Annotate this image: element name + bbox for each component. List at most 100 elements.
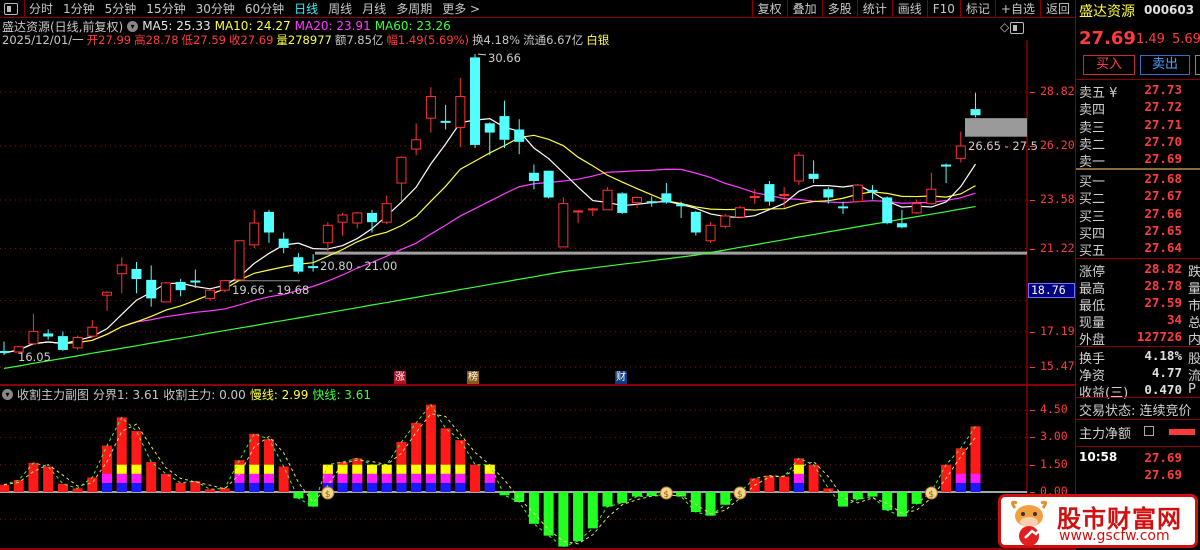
axis-label: 17.19	[1040, 323, 1075, 338]
event-marker-limit-up[interactable]: 涨	[394, 371, 406, 384]
toggle-icon[interactable]	[1144, 426, 1154, 436]
stat-row: 最高 28.78 量	[1076, 278, 1200, 297]
candle-body	[955, 145, 966, 159]
indicator-bar	[602, 492, 613, 507]
bar-yellow	[337, 464, 348, 474]
candle	[602, 187, 613, 211]
candle	[116, 257, 127, 294]
indicator-bar	[87, 477, 98, 492]
bid-label: 买三	[1079, 209, 1106, 225]
stat-extra-label: P	[1188, 382, 1196, 397]
event-marker-list[interactable]: 榜	[467, 371, 479, 384]
candle-body	[661, 193, 672, 203]
candle-body	[764, 184, 775, 202]
fast-line-value: 快线: 3.61	[312, 387, 371, 402]
indicator-bar	[102, 445, 113, 492]
bar-negative	[543, 492, 554, 536]
candle-body	[219, 280, 230, 291]
kline-chart[interactable]: $ $ $ $	[0, 0, 1076, 550]
indicator-bar	[528, 492, 539, 524]
candle-body	[911, 203, 922, 214]
buy-button[interactable]: 买入	[1083, 55, 1135, 75]
indicator-bar	[425, 404, 436, 492]
money-bag-symbol: $	[928, 490, 934, 500]
candle-body	[57, 336, 68, 350]
candle	[764, 180, 775, 206]
stat-value: 4.18%	[1144, 348, 1182, 363]
candle	[808, 160, 819, 184]
bar-blue	[352, 482, 363, 492]
candle	[43, 329, 54, 340]
bar-blue	[793, 482, 804, 492]
candle-body	[293, 257, 304, 272]
bar-magenta	[352, 473, 363, 483]
money-bag-icon: $	[733, 486, 747, 500]
candle-body	[160, 282, 171, 303]
candle	[263, 209, 274, 243]
indicator-bar	[514, 492, 525, 503]
indicator-bar	[0, 484, 9, 492]
divider	[1076, 397, 1200, 398]
candle-body	[425, 96, 436, 119]
ask-price: 27.69	[1144, 151, 1182, 167]
indicator-bar	[249, 433, 260, 492]
bar-red	[823, 488, 834, 492]
quote-panel: 盛达资源 000603 27.69 1.49 5.69% 买入 卖出 卖五 ¥ 2…	[1076, 0, 1200, 550]
bar-negative	[690, 492, 701, 513]
candle-body	[528, 172, 539, 181]
indicator-bar	[396, 441, 407, 492]
event-marker-finance[interactable]: 财	[615, 371, 627, 384]
candle	[661, 183, 672, 204]
candle-body	[381, 203, 392, 223]
candle	[470, 54, 481, 149]
candle	[278, 232, 289, 254]
stat-value: 4.77	[1151, 365, 1182, 380]
candle	[926, 172, 937, 205]
bid-price: 27.65	[1144, 222, 1182, 238]
candle	[57, 331, 68, 351]
bar-red	[87, 477, 98, 492]
bar-magenta	[455, 473, 466, 483]
tick-row: 10:58 27.69	[1076, 450, 1200, 467]
chevron-down-icon[interactable]: ▾	[2, 388, 13, 400]
candle	[911, 199, 922, 214]
bar-negative	[852, 492, 863, 500]
indicator-bar	[808, 464, 819, 492]
indicator-bar	[13, 480, 24, 492]
candle	[160, 281, 171, 303]
bar-magenta	[440, 473, 451, 483]
sub-chart-title[interactable]: 收割主力副图	[17, 386, 89, 403]
candle-body	[602, 189, 613, 211]
indicator-bar	[219, 488, 230, 492]
bar-red	[0, 484, 9, 492]
divider	[1076, 346, 1200, 347]
price-change: 1.49	[1136, 32, 1165, 47]
candle-body	[72, 337, 83, 349]
candle	[367, 209, 377, 233]
tick-row: 27.69	[1076, 467, 1200, 484]
candle-body	[146, 279, 157, 299]
money-bag-icon: $	[659, 486, 673, 500]
bar-magenta	[955, 473, 966, 483]
stat-row: 涨停 28.82 跌	[1076, 261, 1200, 280]
bar-negative	[911, 492, 922, 504]
sell-button[interactable]: 卖出	[1140, 55, 1190, 75]
candle-body	[690, 211, 701, 233]
more-button[interactable]	[1195, 55, 1200, 75]
divider	[1076, 79, 1200, 80]
candle-body	[735, 207, 745, 218]
candle-body	[352, 212, 363, 224]
last-price: 27.69	[1079, 28, 1136, 49]
candle	[72, 335, 83, 350]
candle-body	[367, 212, 377, 223]
stat-label: 收益(三)	[1079, 386, 1129, 401]
cow-logo-icon	[1010, 500, 1048, 546]
stat-value: 28.82	[1144, 261, 1182, 276]
bar-magenta	[116, 473, 127, 483]
main-net-label: 主力净额	[1079, 427, 1132, 442]
candle-body	[322, 224, 333, 244]
ask-label: 卖五 ¥	[1079, 86, 1118, 101]
bar-blue	[955, 482, 966, 492]
ask-label: 卖四	[1079, 103, 1106, 119]
candle-body	[263, 211, 274, 233]
